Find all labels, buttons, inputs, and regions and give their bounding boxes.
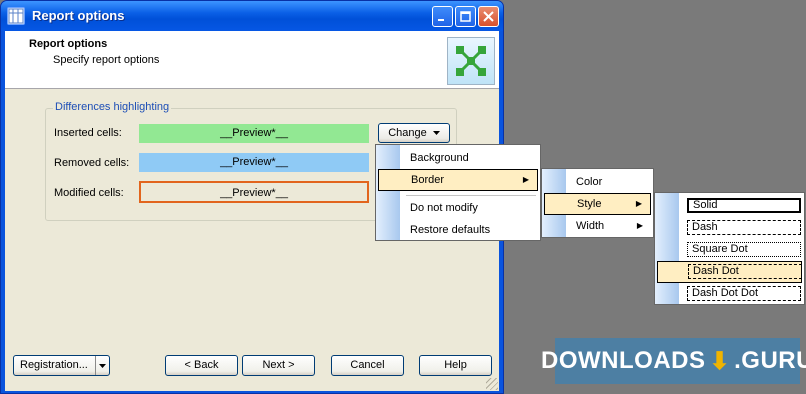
close-icon — [483, 11, 494, 22]
change-button-label: Change — [388, 127, 427, 139]
style-option-solid-label: Solid — [687, 198, 801, 213]
submenu-arrow-icon: ▶ — [635, 199, 642, 208]
style-option-dash-dot-label: Dash Dot — [688, 264, 802, 279]
page-title: Report options — [29, 38, 108, 50]
menu-item-restore-defaults[interactable]: Restore defaults — [378, 219, 538, 241]
menu-item-border-label: Border — [411, 174, 445, 186]
style-option-square-dot-label: Square Dot — [687, 242, 801, 257]
close-button[interactable] — [478, 6, 499, 27]
app-icon — [7, 7, 25, 25]
style-option-dash-label: Dash — [687, 220, 801, 235]
wizard-header: Report options Specify report options — [5, 31, 499, 89]
style-option-dash[interactable]: Dash — [657, 217, 802, 239]
menu-item-do-not-modify[interactable]: Do not modify — [378, 197, 538, 219]
page-subtitle: Specify report options — [53, 54, 160, 66]
cancel-button[interactable]: Cancel — [331, 355, 404, 376]
window-title: Report options — [32, 8, 125, 23]
minimize-icon — [438, 19, 444, 21]
watermark-text-right: .GURU — [734, 347, 806, 374]
minimize-button[interactable] — [432, 6, 453, 27]
menu-item-style[interactable]: Style ▶ — [544, 193, 651, 215]
group-legend: Differences highlighting — [53, 101, 172, 113]
submenu-arrow-icon: ▶ — [522, 175, 529, 184]
help-button[interactable]: Help — [419, 355, 492, 376]
menu-item-color[interactable]: Color — [544, 171, 651, 193]
downloads-guru-watermark: DOWNLOADS ⬇ .GURU — [541, 338, 806, 384]
download-arrow-icon: ⬇ — [709, 347, 731, 375]
maximize-icon — [460, 11, 471, 22]
maximize-button[interactable] — [455, 6, 476, 27]
removed-cells-label: Removed cells: — [54, 157, 130, 169]
style-option-dash-dot-dot[interactable]: Dash Dot Dot — [657, 283, 802, 305]
registration-button[interactable]: Registration... — [13, 355, 110, 376]
modified-cells-preview[interactable]: __Preview*__ — [139, 181, 369, 203]
registration-dropdown[interactable] — [95, 356, 109, 375]
modified-cells-label: Modified cells: — [54, 187, 124, 199]
inserted-cells-preview[interactable]: __Preview*__ — [139, 124, 369, 143]
change-menu: Background Border ▶ Do not modify Restor… — [375, 144, 541, 241]
menu-item-width[interactable]: Width ▶ — [544, 215, 651, 237]
inserted-cells-label: Inserted cells: — [54, 127, 122, 139]
style-option-dash-dot[interactable]: Dash Dot — [657, 261, 802, 283]
compare-logo-icon — [447, 37, 495, 85]
menu-item-style-label: Style — [577, 198, 602, 210]
menu-item-border[interactable]: Border ▶ — [378, 169, 538, 191]
title-bar[interactable]: Report options — [1, 1, 503, 31]
submenu-arrow-icon: ▶ — [636, 221, 643, 230]
removed-cells-preview[interactable]: __Preview*__ — [139, 153, 369, 172]
menu-separator — [406, 195, 536, 196]
border-submenu: Color Style ▶ Width ▶ — [541, 168, 654, 238]
style-option-dash-dot-dot-label: Dash Dot Dot — [687, 286, 801, 301]
style-option-solid[interactable]: Solid — [657, 195, 802, 217]
menu-item-width-label: Width — [576, 220, 605, 232]
registration-label: Registration... — [20, 359, 88, 371]
dropdown-arrow-icon — [432, 131, 440, 135]
style-option-square-dot[interactable]: Square Dot — [657, 239, 802, 261]
style-submenu: Solid Dash Square Dot Dash Dot Dash Dot … — [654, 192, 805, 305]
resize-grip[interactable] — [486, 378, 498, 390]
back-button[interactable]: < Back — [165, 355, 238, 376]
menu-item-background[interactable]: Background — [378, 147, 538, 169]
change-button[interactable]: Change — [378, 123, 450, 143]
next-button[interactable]: Next > — [242, 355, 315, 376]
watermark-text-left: DOWNLOADS — [541, 347, 706, 374]
dropdown-arrow-icon — [99, 363, 106, 368]
